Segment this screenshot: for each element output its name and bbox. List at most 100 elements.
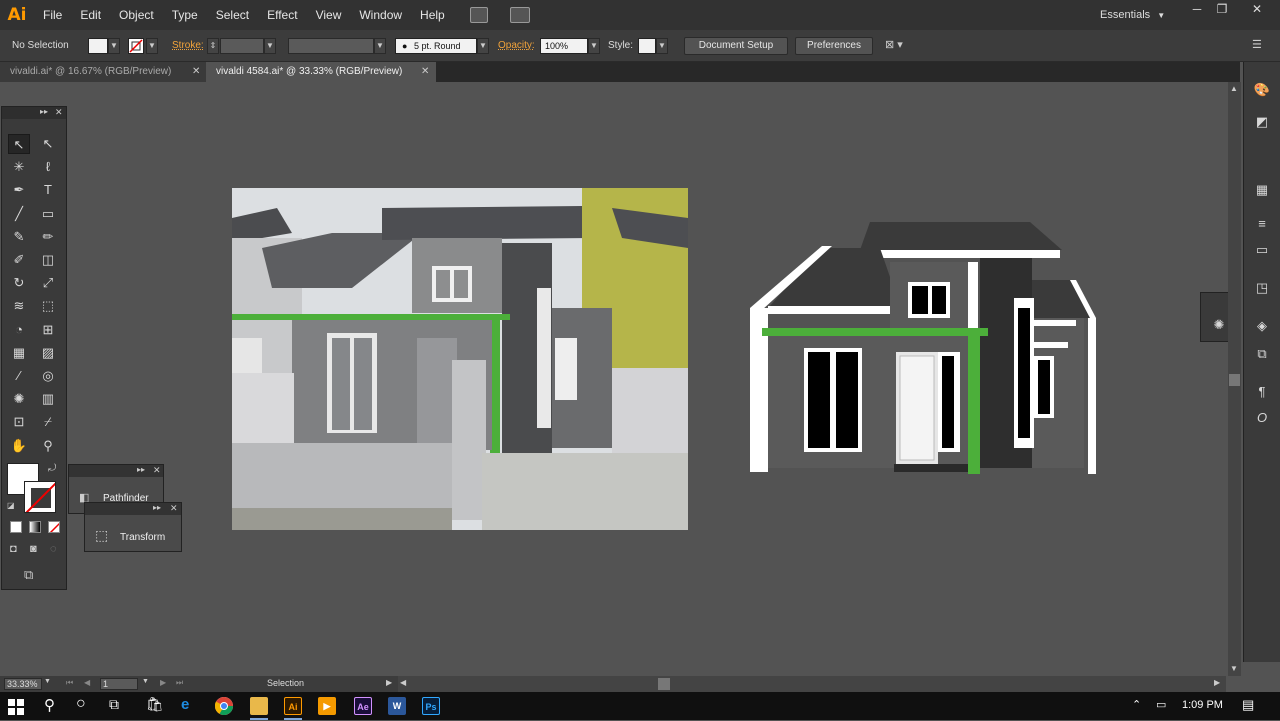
- artboard-tool-icon[interactable]: ⊡: [8, 412, 30, 432]
- type-tool-icon[interactable]: T: [37, 180, 59, 200]
- variable-width-profile[interactable]: [288, 38, 374, 54]
- workspace-switcher[interactable]: Essentials ▼: [1100, 0, 1165, 30]
- opacity-field[interactable]: 100%: [540, 38, 588, 54]
- menu-window[interactable]: Window: [350, 0, 411, 30]
- gradient-mode-icon[interactable]: [29, 521, 41, 533]
- after-effects-icon[interactable]: Ae: [354, 697, 372, 715]
- blend-tool-icon[interactable]: ◎: [37, 366, 59, 386]
- next-artboard-icon[interactable]: ▶: [160, 678, 166, 687]
- menu-help[interactable]: Help: [411, 0, 454, 30]
- free-transform-icon[interactable]: ⬚: [37, 296, 59, 316]
- rotate-tool-icon[interactable]: ↻: [8, 273, 30, 293]
- clock[interactable]: 1:09 PM: [1182, 699, 1223, 711]
- stroke-color-swatch[interactable]: [24, 481, 56, 513]
- artboards-icon[interactable]: ⧉: [1252, 346, 1272, 364]
- blob-brush-icon[interactable]: ✐: [8, 250, 30, 270]
- chevron-up-icon[interactable]: ⌃: [1132, 698, 1141, 711]
- panel-menu-icon[interactable]: ☰: [1252, 38, 1262, 51]
- opacity-dropdown[interactable]: ▼: [588, 38, 600, 54]
- eraser-icon[interactable]: ◫: [37, 250, 59, 270]
- vertical-scrollbar[interactable]: ▲ ▼: [1228, 82, 1241, 676]
- opentype-icon[interactable]: O: [1252, 410, 1272, 428]
- opacity-label[interactable]: Opacity:: [498, 40, 535, 51]
- fill-swatch[interactable]: [88, 38, 108, 54]
- selection-tool-icon[interactable]: ↖: [8, 134, 30, 154]
- arrange-icon[interactable]: ⊠ ▾: [885, 38, 903, 51]
- scroll-thumb[interactable]: [1229, 374, 1240, 386]
- rectangle-tool-icon[interactable]: ▭: [37, 204, 59, 224]
- paintbrush-icon[interactable]: ✎: [8, 227, 30, 247]
- eyedropper-icon[interactable]: ⁄: [8, 366, 30, 386]
- photoshop-icon[interactable]: Ps: [422, 697, 440, 715]
- notifications-icon[interactable]: ▤: [1242, 697, 1254, 713]
- search-icon[interactable]: ⚲: [44, 696, 55, 714]
- tab-vivaldi-4584[interactable]: vivaldi 4584.ai* @ 33.33% (RGB/Preview): [206, 62, 436, 82]
- column-graph-icon[interactable]: ▥: [37, 389, 59, 409]
- illustrator-taskbar-icon[interactable]: Ai: [284, 697, 302, 715]
- task-view-icon[interactable]: ⧉: [109, 696, 119, 713]
- stroke-panel-icon[interactable]: ≡: [1252, 216, 1272, 234]
- scale-tool-icon[interactable]: ⤢: [37, 273, 59, 293]
- close-icon[interactable]: ✕: [170, 503, 178, 514]
- zoom-field[interactable]: 33.33%: [4, 678, 42, 690]
- bridge-icon[interactable]: [469, 7, 488, 23]
- edge-icon[interactable]: e: [181, 696, 189, 713]
- stroke-weight-field[interactable]: [220, 38, 264, 54]
- layers-icon[interactable]: ◈: [1252, 318, 1272, 336]
- close-tab-icon[interactable]: ✕: [192, 62, 200, 82]
- pencil-icon[interactable]: ✏: [37, 227, 59, 247]
- reference-photo[interactable]: [232, 188, 688, 530]
- scroll-right-icon[interactable]: ▶: [1214, 678, 1220, 687]
- default-colors-icon[interactable]: ◪: [7, 501, 15, 510]
- scroll-up-icon[interactable]: ▲: [1230, 84, 1238, 93]
- mesh-tool-icon[interactable]: ▦: [8, 343, 30, 363]
- stroke-weight-dropdown[interactable]: ▼: [264, 38, 276, 54]
- brush-dropdown[interactable]: ▼: [477, 38, 489, 54]
- last-artboard-icon[interactable]: ⏭: [176, 678, 183, 688]
- menu-select[interactable]: Select: [207, 0, 258, 30]
- zoom-dropdown[interactable]: ▼: [44, 678, 51, 685]
- scroll-thumb[interactable]: [658, 678, 670, 690]
- menu-edit[interactable]: Edit: [71, 0, 110, 30]
- gradient-panel-icon[interactable]: ▭: [1252, 242, 1272, 260]
- status-menu-icon[interactable]: ▶: [386, 678, 392, 687]
- file-explorer-icon[interactable]: [250, 697, 268, 715]
- none-mode-icon[interactable]: [48, 521, 60, 533]
- draw-behind-icon[interactable]: ◙: [30, 543, 37, 555]
- tab-vivaldi[interactable]: vivaldi.ai* @ 16.67% (RGB/Preview): [0, 62, 206, 82]
- direct-selection-tool-icon[interactable]: ↖: [37, 134, 59, 154]
- windows-start-icon[interactable]: [8, 699, 24, 715]
- menu-effect[interactable]: Effect: [258, 0, 306, 30]
- line-tool-icon[interactable]: ╱: [8, 204, 30, 224]
- magic-wand-icon[interactable]: ✳: [8, 157, 30, 177]
- color-mode-icon[interactable]: [10, 521, 22, 533]
- close-window-button[interactable]: ✕: [1240, 0, 1274, 18]
- horizontal-scrollbar[interactable]: ◀ ▶: [398, 676, 1226, 692]
- style-dropdown[interactable]: ▼: [656, 38, 668, 54]
- appearance-icon[interactable]: ◳: [1252, 280, 1272, 298]
- artboard-dropdown[interactable]: ▼: [142, 678, 149, 685]
- graphic-style-swatch[interactable]: [638, 38, 656, 54]
- menu-type[interactable]: Type: [163, 0, 207, 30]
- zoom-tool-icon[interactable]: ⚲: [37, 436, 59, 456]
- close-tab-icon[interactable]: ✕: [421, 62, 429, 82]
- screen-mode-icon[interactable]: ⧉: [24, 567, 33, 583]
- fill-dropdown[interactable]: ▼: [108, 38, 120, 54]
- swatches-icon[interactable]: ▦: [1252, 182, 1272, 200]
- hand-tool-icon[interactable]: ✋: [8, 436, 30, 456]
- artboard-field[interactable]: 1: [100, 678, 138, 690]
- lasso-icon[interactable]: ℓ: [37, 157, 59, 177]
- draw-inside-icon[interactable]: ◌: [50, 543, 57, 555]
- store-icon[interactable]: 🛍: [146, 696, 164, 713]
- scroll-left-icon[interactable]: ◀: [400, 678, 406, 687]
- stroke-label[interactable]: Stroke:: [172, 40, 204, 51]
- swap-icon[interactable]: ⤾: [48, 463, 56, 474]
- prev-artboard-icon[interactable]: ◀: [84, 678, 90, 687]
- battery-icon[interactable]: ▭: [1156, 698, 1166, 711]
- close-icon[interactable]: ✕: [55, 107, 63, 118]
- perspective-grid-icon[interactable]: ⊞: [37, 320, 59, 340]
- chrome-icon[interactable]: [214, 697, 233, 716]
- draw-normal-icon[interactable]: ◘: [10, 543, 17, 555]
- stroke-dropdown[interactable]: ▼: [146, 38, 158, 54]
- menu-view[interactable]: View: [307, 0, 351, 30]
